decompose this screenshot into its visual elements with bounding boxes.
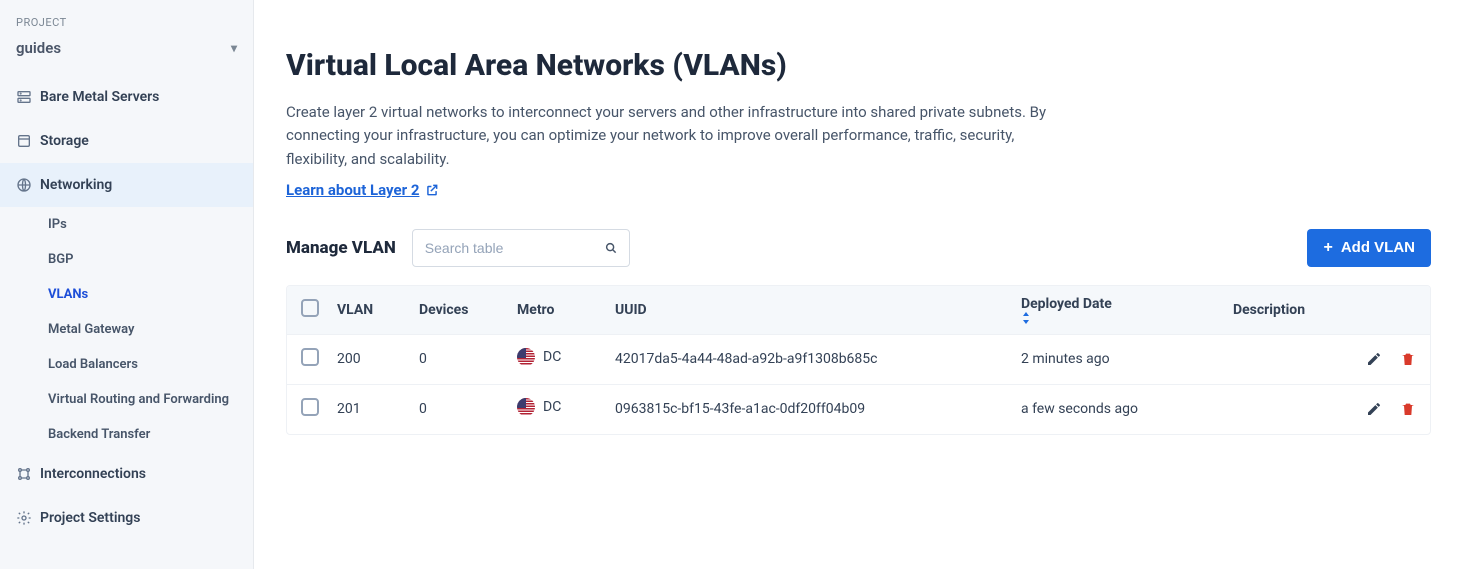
select-all-checkbox[interactable] xyxy=(301,299,319,317)
cell-devices: 0 xyxy=(419,401,517,417)
cell-vlan: 200 xyxy=(337,351,419,367)
table-header-row: VLAN Devices Metro UUID Deployed Date De… xyxy=(287,286,1430,334)
table-row: 201 0 DC 0963815c-bf15-43fe-a1ac-0df20ff… xyxy=(287,384,1430,434)
us-flag-icon xyxy=(517,398,535,416)
th-deployed-label: Deployed Date xyxy=(1021,296,1112,312)
sidebar-item-label: Interconnections xyxy=(40,466,146,482)
delete-button[interactable] xyxy=(1400,401,1416,417)
subnav-item-vlans[interactable]: VLANs xyxy=(0,277,253,312)
page-title: Virtual Local Area Networks (VLANs) xyxy=(286,48,1431,83)
sidebar: PROJECT guides ▾ Bare Metal Servers Stor… xyxy=(0,0,254,569)
edit-button[interactable] xyxy=(1366,351,1382,367)
learn-link-label: Learn about Layer 2 xyxy=(286,181,419,199)
external-link-icon xyxy=(425,183,439,197)
page-description: Create layer 2 virtual networks to inter… xyxy=(286,101,1066,171)
subnav-item-bgp[interactable]: BGP xyxy=(0,242,253,277)
project-section-label: PROJECT xyxy=(0,16,253,39)
subnav-item-backend-transfer[interactable]: Backend Transfer xyxy=(0,417,253,452)
vlan-table: VLAN Devices Metro UUID Deployed Date De… xyxy=(286,285,1431,435)
gear-icon xyxy=(16,510,40,526)
row-checkbox[interactable] xyxy=(301,398,319,416)
sidebar-item-project-settings[interactable]: Project Settings xyxy=(0,496,253,540)
caret-down-icon: ▾ xyxy=(231,41,237,55)
cell-deployed: 2 minutes ago xyxy=(1021,351,1233,367)
edit-button[interactable] xyxy=(1366,401,1382,417)
sidebar-item-label: Project Settings xyxy=(40,510,140,526)
network-icon xyxy=(16,177,40,193)
metro-code: DC xyxy=(543,349,561,365)
th-metro[interactable]: Metro xyxy=(517,302,615,318)
row-checkbox[interactable] xyxy=(301,348,319,366)
delete-button[interactable] xyxy=(1400,351,1416,367)
learn-about-layer2-link[interactable]: Learn about Layer 2 xyxy=(286,181,439,199)
project-name: guides xyxy=(16,39,61,57)
project-selector[interactable]: guides ▾ xyxy=(0,39,253,75)
th-devices[interactable]: Devices xyxy=(419,302,517,318)
th-uuid[interactable]: UUID xyxy=(615,302,1021,318)
table-row: 200 0 DC 42017da5-4a44-48ad-a92b-a9f1308… xyxy=(287,334,1430,384)
sidebar-item-label: Networking xyxy=(40,177,112,193)
sort-icon xyxy=(1021,312,1233,324)
search-wrapper xyxy=(412,229,630,267)
metro-code: DC xyxy=(543,399,561,415)
th-vlan[interactable]: VLAN xyxy=(337,302,419,318)
main-content: Virtual Local Area Networks (VLANs) Crea… xyxy=(254,0,1463,569)
cell-deployed: a few seconds ago xyxy=(1021,401,1233,417)
subnav-item-vrf[interactable]: Virtual Routing and Forwarding xyxy=(0,382,253,417)
us-flag-icon xyxy=(517,348,535,366)
manage-vlan-label: Manage VLAN xyxy=(286,238,396,258)
sidebar-item-storage[interactable]: Storage xyxy=(0,119,253,163)
subnav-item-load-balancers[interactable]: Load Balancers xyxy=(0,347,253,382)
cell-uuid: 0963815c-bf15-43fe-a1ac-0df20ff04b09 xyxy=(615,401,1021,417)
sidebar-item-networking[interactable]: Networking xyxy=(0,163,253,207)
sidebar-item-interconnections[interactable]: Interconnections xyxy=(0,452,253,496)
th-description[interactable]: Description xyxy=(1233,302,1346,318)
cell-uuid: 42017da5-4a44-48ad-a92b-a9f1308b685c xyxy=(615,351,1021,367)
th-deployed-date[interactable]: Deployed Date xyxy=(1021,296,1233,324)
sidebar-item-label: Bare Metal Servers xyxy=(40,89,159,105)
cell-vlan: 201 xyxy=(337,401,419,417)
search-input[interactable] xyxy=(412,229,630,267)
networking-subnav: IPs BGP VLANs Metal Gateway Load Balance… xyxy=(0,207,253,452)
sidebar-item-bare-metal-servers[interactable]: Bare Metal Servers xyxy=(0,75,253,119)
cell-devices: 0 xyxy=(419,351,517,367)
interconnections-icon xyxy=(16,466,40,482)
sidebar-nav: Bare Metal Servers Storage Networking IP… xyxy=(0,75,253,540)
subnav-item-ips[interactable]: IPs xyxy=(0,207,253,242)
storage-icon xyxy=(16,133,40,149)
add-vlan-button[interactable]: + Add VLAN xyxy=(1307,229,1431,267)
sidebar-item-label: Storage xyxy=(40,133,89,149)
cell-metro: DC xyxy=(517,398,561,416)
server-icon xyxy=(16,89,40,105)
subnav-item-metal-gateway[interactable]: Metal Gateway xyxy=(0,312,253,347)
cell-metro: DC xyxy=(517,348,561,366)
plus-icon: + xyxy=(1323,239,1332,257)
add-vlan-label: Add VLAN xyxy=(1341,239,1415,256)
toolbar: Manage VLAN + Add VLAN xyxy=(286,229,1431,267)
